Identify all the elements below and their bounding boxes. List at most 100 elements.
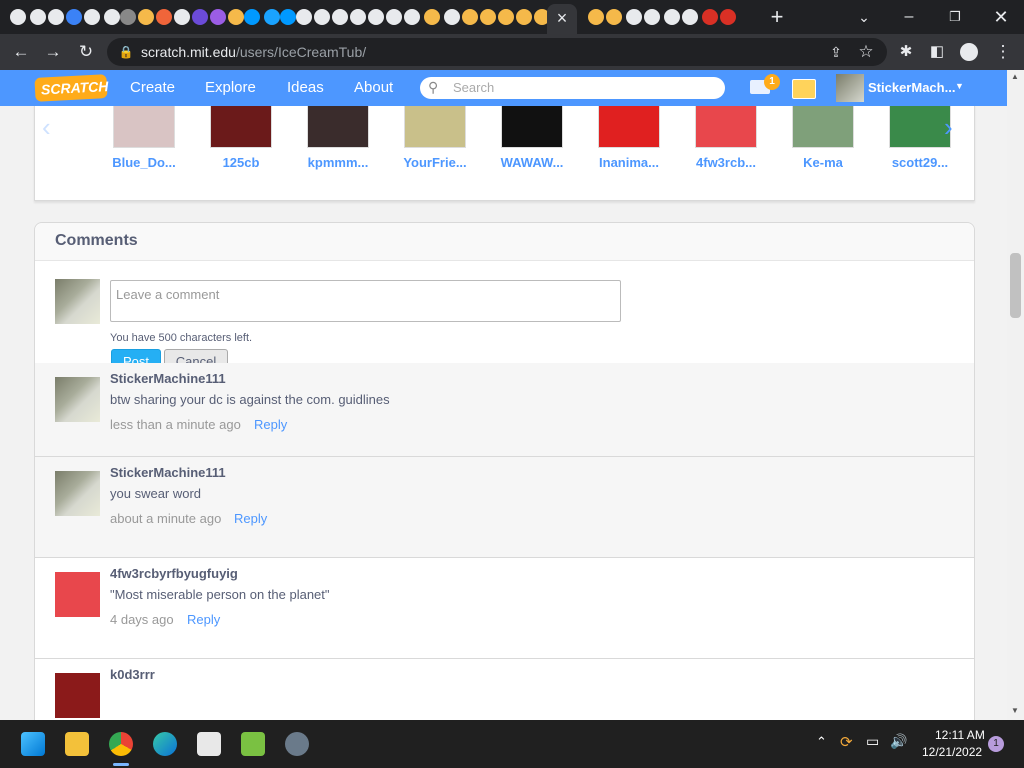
tab-favicon[interactable] xyxy=(404,9,420,25)
follower-thumbnail[interactable] xyxy=(695,106,757,148)
window-close-icon[interactable]: ✕ xyxy=(989,5,1013,29)
tab-favicon[interactable] xyxy=(644,9,660,25)
account-username[interactable]: StickerMach... xyxy=(868,80,955,95)
scroll-down-icon[interactable]: ▼ xyxy=(1011,706,1019,715)
side-panel-icon[interactable]: ◧ xyxy=(926,42,948,62)
network-icon[interactable]: ▭ xyxy=(866,733,879,750)
back-icon[interactable]: ← xyxy=(10,42,32,62)
store-icon[interactable] xyxy=(197,732,221,756)
scratch-logo[interactable]: SCRATCH xyxy=(34,74,109,102)
browser-menu-icon[interactable]: ⋮ xyxy=(992,42,1014,62)
follower-thumbnail[interactable] xyxy=(598,106,660,148)
tab-favicon[interactable] xyxy=(66,9,82,25)
follower-name[interactable]: 125cb xyxy=(206,155,276,170)
follower-item[interactable]: YourFrie... xyxy=(400,106,470,170)
comment-username[interactable]: k0d3rrr xyxy=(110,667,155,682)
settings-icon[interactable] xyxy=(285,732,309,756)
follower-name[interactable]: 4fw3rcb... xyxy=(691,155,761,170)
active-tab[interactable]: × xyxy=(547,4,577,34)
reload-icon[interactable]: ↻ xyxy=(75,42,97,62)
comment-avatar[interactable] xyxy=(55,471,100,516)
follower-thumbnail[interactable] xyxy=(889,106,951,148)
reply-link[interactable]: Reply xyxy=(254,417,287,432)
follower-name[interactable]: scott29... xyxy=(885,155,955,170)
tab-search-icon[interactable]: ⌄ xyxy=(852,5,876,29)
tab-favicon[interactable] xyxy=(386,9,402,25)
tab-favicon[interactable] xyxy=(30,9,46,25)
notepad-icon[interactable] xyxy=(241,732,265,756)
tab-favicon[interactable] xyxy=(626,9,642,25)
follower-item[interactable]: WAWAW... xyxy=(497,106,567,170)
tab-favicon[interactable] xyxy=(332,9,348,25)
follower-name[interactable]: kpmmm... xyxy=(303,155,373,170)
notification-badge[interactable]: 1 xyxy=(988,736,1004,752)
tab-favicon[interactable] xyxy=(138,9,154,25)
follower-item[interactable]: 125cb xyxy=(206,106,276,170)
minimize-icon[interactable]: – xyxy=(897,5,921,29)
volume-icon[interactable]: 🔊 xyxy=(890,733,907,750)
tab-favicon[interactable] xyxy=(444,9,460,25)
follower-item[interactable]: Inanima... xyxy=(594,106,664,170)
follower-name[interactable]: YourFrie... xyxy=(400,155,470,170)
my-stuff-icon[interactable] xyxy=(792,79,816,99)
new-tab-button[interactable]: + xyxy=(765,5,789,29)
follower-name[interactable]: WAWAW... xyxy=(497,155,567,170)
nav-ideas[interactable]: Ideas xyxy=(287,79,324,96)
tab-favicon[interactable] xyxy=(664,9,680,25)
tab-favicon[interactable] xyxy=(350,9,366,25)
scroll-up-icon[interactable]: ▲ xyxy=(1011,72,1019,81)
follower-thumbnail[interactable] xyxy=(113,106,175,148)
lock-icon[interactable]: 🔒 xyxy=(115,42,137,62)
reply-link[interactable]: Reply xyxy=(187,612,220,627)
tab-favicon[interactable] xyxy=(192,9,208,25)
tab-favicon[interactable] xyxy=(720,9,736,25)
tab-favicon[interactable] xyxy=(462,9,478,25)
clock-time[interactable]: 12:11 AM xyxy=(935,728,985,742)
tray-overflow-icon[interactable]: ⌃ xyxy=(816,734,827,750)
account-dropdown-icon[interactable]: ▼ xyxy=(955,81,964,91)
edge-icon[interactable] xyxy=(153,732,177,756)
search-bar[interactable]: ⚲ Search xyxy=(420,77,725,99)
follower-thumbnail[interactable] xyxy=(501,106,563,148)
follower-thumbnail[interactable] xyxy=(792,106,854,148)
tab-favicon[interactable] xyxy=(156,9,172,25)
tab-favicon[interactable] xyxy=(174,9,190,25)
tab-favicon[interactable] xyxy=(264,9,280,25)
tab-favicon[interactable] xyxy=(296,9,312,25)
follower-item[interactable]: Blue_Do... xyxy=(109,106,179,170)
user-avatar[interactable] xyxy=(836,74,864,102)
comment-input[interactable]: Leave a comment xyxy=(110,280,621,322)
tab-favicon[interactable] xyxy=(10,9,26,25)
tab-favicon[interactable] xyxy=(368,9,384,25)
comment-avatar[interactable] xyxy=(55,377,100,422)
tab-favicon[interactable] xyxy=(104,9,120,25)
follower-item[interactable]: kpmmm... xyxy=(303,106,373,170)
tab-favicon[interactable] xyxy=(682,9,698,25)
follower-name[interactable]: Ke-ma xyxy=(788,155,858,170)
chrome-icon[interactable] xyxy=(109,732,133,756)
follower-thumbnail[interactable] xyxy=(404,106,466,148)
comment-username[interactable]: StickerMachine111 xyxy=(110,465,226,480)
nav-create[interactable]: Create xyxy=(130,79,175,96)
share-icon[interactable]: ⇪ xyxy=(825,42,847,62)
comment-username[interactable]: StickerMachine111 xyxy=(110,371,226,386)
follower-name[interactable]: Blue_Do... xyxy=(109,155,179,170)
tab-favicon[interactable] xyxy=(280,9,296,25)
restore-icon[interactable]: ❐ xyxy=(943,5,967,29)
comment-avatar[interactable] xyxy=(55,673,100,718)
reply-link[interactable]: Reply xyxy=(234,511,267,526)
follower-item[interactable]: Ke-ma xyxy=(788,106,858,170)
clock-date[interactable]: 12/21/2022 xyxy=(922,745,982,759)
sync-icon[interactable]: ⟳ xyxy=(840,733,853,751)
extensions-icon[interactable]: ✱ xyxy=(895,42,917,62)
bookmark-star-icon[interactable]: ☆ xyxy=(855,42,877,62)
tab-favicon[interactable] xyxy=(228,9,244,25)
tab-favicon[interactable] xyxy=(210,9,226,25)
profile-icon[interactable] xyxy=(960,43,978,61)
tab-favicon[interactable] xyxy=(588,9,604,25)
follower-thumbnail[interactable] xyxy=(307,106,369,148)
forward-icon[interactable]: → xyxy=(42,42,64,62)
file-explorer-icon[interactable] xyxy=(65,732,89,756)
tab-favicon[interactable] xyxy=(314,9,330,25)
follower-item[interactable]: 4fw3rcb... xyxy=(691,106,761,170)
